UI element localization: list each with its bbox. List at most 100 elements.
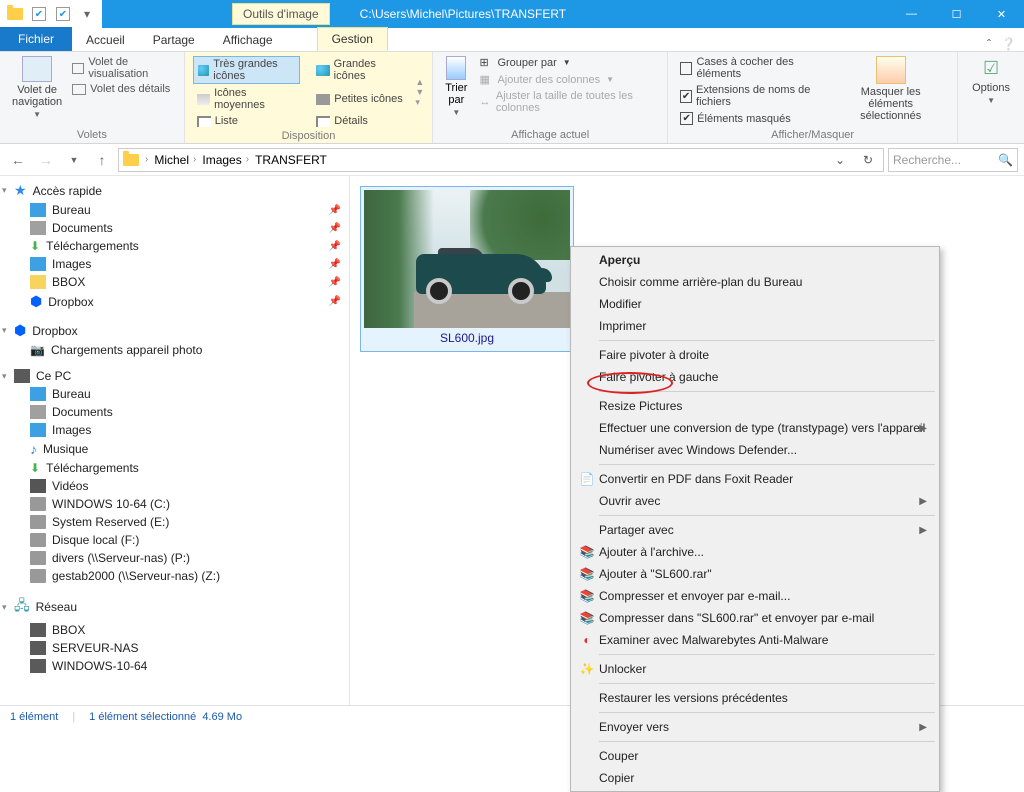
tab-manage[interactable]: Gestion <box>317 27 388 51</box>
qat-checkbox-1[interactable]: ✔ <box>28 3 50 25</box>
tree-desktop[interactable]: Bureau📌 <box>0 201 349 219</box>
tree-documents[interactable]: Documents📌 <box>0 219 349 237</box>
ctx-rotate-left[interactable]: Faire pivoter à gauche <box>573 366 937 388</box>
tree-bbox[interactable]: BBOX📌 <box>0 273 349 291</box>
tree-drive-e[interactable]: System Reserved (E:) <box>0 513 349 531</box>
ctx-open-with[interactable]: Ouvrir avec▶ <box>573 490 937 512</box>
forward-button[interactable]: → <box>34 148 58 172</box>
tree-drive-p[interactable]: divers (\\Serveur-nas) (P:) <box>0 549 349 567</box>
file-thumbnail[interactable]: SL600.jpg <box>360 186 574 352</box>
tab-file[interactable]: Fichier <box>0 27 72 51</box>
ctx-malwarebytes[interactable]: ◐Examiner avec Malwarebytes Anti-Malware <box>573 629 937 651</box>
hide-selected-button[interactable]: Masquer les éléments sélectionnés <box>832 56 949 127</box>
minimize-button[interactable]: — <box>889 0 934 28</box>
add-columns-button[interactable]: ▦Ajouter des colonnes▼ <box>479 73 659 86</box>
folder-icon[interactable] <box>4 3 26 25</box>
ctx-compress-rar-email[interactable]: 📚Compresser dans "SL600.rar" et envoyer … <box>573 607 937 629</box>
tree-pc-videos[interactable]: Vidéos <box>0 477 349 495</box>
file-extensions-toggle[interactable]: ✔Extensions de noms de fichiers <box>680 84 832 108</box>
ctx-copy[interactable]: Copier <box>573 767 937 789</box>
tree-dropbox[interactable]: ▾⬢Dropbox <box>0 320 349 341</box>
view-details[interactable]: Détails <box>312 114 411 128</box>
ctx-convert-type[interactable]: Effectuer une conversion de type (transt… <box>573 417 937 439</box>
ctx-print[interactable]: Imprimer <box>573 315 937 337</box>
tab-share[interactable]: Partage <box>139 29 209 51</box>
ctx-restore-versions[interactable]: Restaurer les versions précédentes <box>573 687 937 709</box>
group-by-button[interactable]: ⊞Grouper par▼ <box>479 56 659 69</box>
preview-pane-button[interactable]: Volet de visualisation <box>72 56 176 80</box>
ctx-pdf[interactable]: 📄Convertir en PDF dans Foxit Reader <box>573 468 937 490</box>
details-pane-button[interactable]: Volet des détails <box>72 83 176 95</box>
tree-downloads[interactable]: ⬇Téléchargements📌 <box>0 237 349 255</box>
ctx-set-wallpaper[interactable]: Choisir comme arrière-plan du Bureau <box>573 271 937 293</box>
ctx-compress-email[interactable]: 📚Compresser et envoyer par e-mail... <box>573 585 937 607</box>
view-small-icons[interactable]: Petites icônes <box>312 86 411 112</box>
ctx-cut[interactable]: Couper <box>573 745 937 767</box>
tree-network[interactable]: ▾🖧Réseau <box>0 593 349 621</box>
help-icon[interactable]: ❔ <box>1001 37 1016 51</box>
ctx-preview[interactable]: Aperçu <box>573 249 937 271</box>
quick-access[interactable]: ▾★Accès rapide <box>0 180 349 201</box>
tree-pc-desktop[interactable]: Bureau <box>0 385 349 403</box>
search-box[interactable]: Recherche... 🔍 <box>888 148 1018 172</box>
tree-this-pc[interactable]: ▾Ce PC <box>0 367 349 385</box>
ctx-rotate-right[interactable]: Faire pivoter à droite <box>573 344 937 366</box>
nav-pane-button[interactable]: Volet de navigation ▼ <box>8 56 66 127</box>
up-button[interactable]: ↑ <box>90 148 114 172</box>
tree-camera-uploads[interactable]: 📷Chargements appareil photo <box>0 341 349 359</box>
view-large-icons[interactable]: Grandes icônes <box>312 56 411 84</box>
tree-drive-c[interactable]: WINDOWS 10-64 (C:) <box>0 495 349 513</box>
tree-drive-f[interactable]: Disque local (F:) <box>0 531 349 549</box>
sort-by-button[interactable]: Trier par ▼ <box>441 56 471 127</box>
tree-net-serveur[interactable]: SERVEUR-NAS <box>0 639 349 657</box>
tree-pc-downloads[interactable]: ⬇Téléchargements <box>0 459 349 477</box>
qat-checkbox-2[interactable]: ✔ <box>52 3 74 25</box>
tab-view[interactable]: Affichage <box>209 29 287 51</box>
tree-pc-images[interactable]: Images <box>0 421 349 439</box>
tree-pc-music[interactable]: ♪Musique <box>0 439 349 459</box>
recent-dropdown[interactable]: ▼ <box>62 148 86 172</box>
ctx-add-rar[interactable]: 📚Ajouter à "SL600.rar" <box>573 563 937 585</box>
ctx-send-to[interactable]: Envoyer vers▶ <box>573 716 937 738</box>
ctx-unlocker[interactable]: ✨Unlocker <box>573 658 937 680</box>
search-placeholder: Recherche... <box>893 153 961 167</box>
ctx-share-with[interactable]: Partager avec▶ <box>573 519 937 541</box>
crumb-1[interactable]: Michel› <box>154 153 196 167</box>
view-medium-icons[interactable]: Icônes moyennes <box>193 86 301 112</box>
ctx-edit[interactable]: Modifier <box>573 293 937 315</box>
search-icon: 🔍 <box>998 153 1013 167</box>
views-expand[interactable]: ▾ <box>415 97 424 108</box>
tree-dropbox-quick[interactable]: ⬢Dropbox📌 <box>0 291 349 312</box>
ctx-resize-pictures[interactable]: Resize Pictures <box>573 395 937 417</box>
view-extra-large-icons[interactable]: Très grandes icônes <box>193 56 301 84</box>
views-scroll-up[interactable]: ▲ <box>415 77 424 87</box>
navigation-tree[interactable]: ▾★Accès rapide Bureau📌 Documents📌 ⬇Téléc… <box>0 176 350 705</box>
tree-net-bbox[interactable]: BBOX <box>0 621 349 639</box>
resize-columns-button[interactable]: ↔Ajuster la taille de toutes les colonne… <box>479 90 659 114</box>
tree-images[interactable]: Images📌 <box>0 255 349 273</box>
collapse-ribbon-icon[interactable]: ˆ <box>987 37 991 51</box>
hidden-items-toggle[interactable]: ✔Éléments masqués <box>680 112 832 125</box>
ctx-add-archive[interactable]: 📚Ajouter à l'archive... <box>573 541 937 563</box>
crumb-3[interactable]: TRANSFERT <box>255 153 327 167</box>
address-bar[interactable]: › Michel› Images› TRANSFERT ⌄ ↻ <box>118 148 884 172</box>
refresh-button[interactable]: ↻ <box>857 153 879 167</box>
tree-pc-documents[interactable]: Documents <box>0 403 349 421</box>
views-scroll-down[interactable]: ▼ <box>415 87 424 97</box>
address-dropdown[interactable]: ⌄ <box>829 153 851 167</box>
close-button[interactable]: ✕ <box>979 0 1024 28</box>
qat-dropdown[interactable]: ▾ <box>76 3 98 25</box>
options-button[interactable]: ☑ Options ▼ <box>966 56 1016 127</box>
maximize-button[interactable]: ☐ <box>934 0 979 28</box>
crumb-2[interactable]: Images› <box>202 153 249 167</box>
rar-icon: 📚 <box>579 610 595 626</box>
ribbon-group-show-hide: Afficher/Masquer <box>676 127 949 141</box>
title-bar: ✔ ✔ ▾ Outils d'image C:\Users\Michel\Pic… <box>0 0 1024 28</box>
tab-home[interactable]: Accueil <box>72 29 139 51</box>
ctx-defender[interactable]: Numériser avec Windows Defender... <box>573 439 937 461</box>
view-list[interactable]: Liste <box>193 114 301 128</box>
check-boxes-toggle[interactable]: Cases à cocher des éléments <box>680 56 832 80</box>
tree-net-win[interactable]: WINDOWS-10-64 <box>0 657 349 675</box>
tree-drive-z[interactable]: gestab2000 (\\Serveur-nas) (Z:) <box>0 567 349 585</box>
back-button[interactable]: ← <box>6 148 30 172</box>
